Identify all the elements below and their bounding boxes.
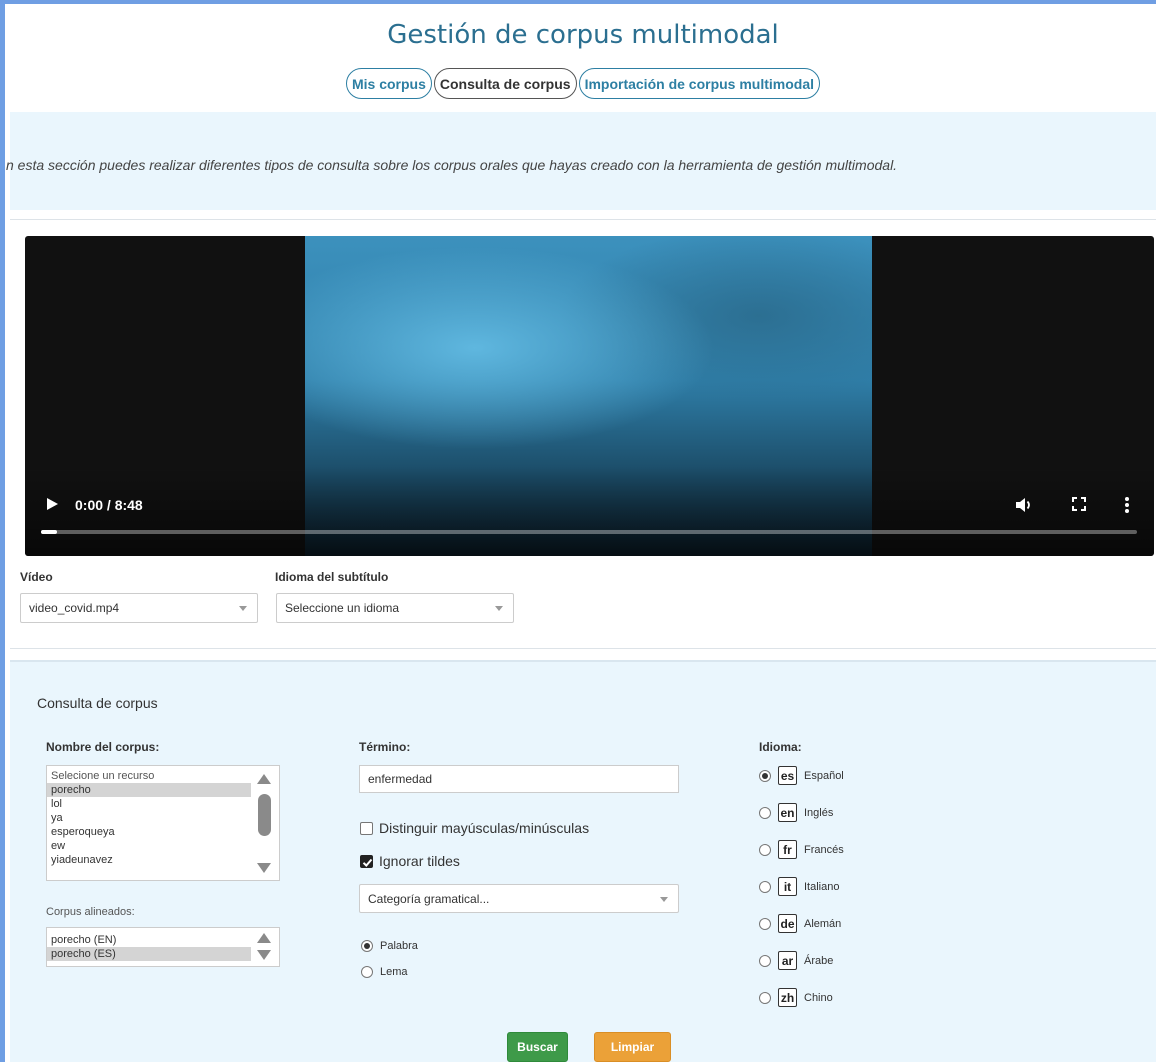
scrollbar-thumb[interactable] <box>258 794 271 836</box>
case-sensitive-label: Distinguir mayúsculas/minúsculas <box>379 820 590 836</box>
fullscreen-icon[interactable] <box>1072 497 1086 511</box>
checkbox-box <box>360 854 373 868</box>
corpus-option[interactable]: ew <box>47 839 251 853</box>
corpus-name-label: Nombre del corpus: <box>46 740 160 754</box>
corpus-option[interactable]: Selecione un recurso <box>47 769 251 783</box>
language-name: Alemán <box>804 917 842 930</box>
video-select[interactable]: video_covid.mp4 <box>20 593 258 623</box>
language-code-badge: es <box>778 766 797 785</box>
language-code-badge: ar <box>778 951 797 970</box>
language-option-fr[interactable]: fr Francés <box>759 840 844 859</box>
ignore-accents-checkbox[interactable]: Ignorar tildes <box>360 853 460 869</box>
language-code-badge: zh <box>778 988 797 1007</box>
language-option-ar[interactable]: ar Árabe <box>759 951 833 970</box>
video-select-value: video_covid.mp4 <box>29 601 120 615</box>
radio-button <box>759 954 771 967</box>
chevron-down-icon <box>495 606 503 611</box>
aligned-corpus-option[interactable]: porecho (ES) <box>47 947 251 961</box>
case-sensitive-checkbox[interactable]: Distinguir mayúsculas/minúsculas <box>360 820 589 836</box>
language-label: Idioma: <box>759 740 802 754</box>
mode-option-label: Palabra <box>380 940 418 952</box>
chevron-down-icon <box>239 606 247 611</box>
panel-title: Consulta de corpus <box>37 695 158 711</box>
radio-button <box>361 940 373 952</box>
aligned-corpus-option[interactable]: porecho (EN) <box>47 933 251 947</box>
tab-importacion-corpus[interactable]: Importación de corpus multimodal <box>578 68 821 99</box>
radio-button <box>759 843 771 856</box>
aligned-corpus-listbox[interactable]: porecho (EN) porecho (ES) <box>46 927 280 967</box>
language-code-badge: fr <box>778 840 797 859</box>
radio-button <box>759 769 771 782</box>
aligned-corpus-list: porecho (EN) porecho (ES) <box>47 928 279 961</box>
corpus-option[interactable]: ya <box>47 811 251 825</box>
mode-option-word[interactable]: Palabra <box>361 940 418 952</box>
language-name: Chino <box>804 991 833 1004</box>
language-option-en[interactable]: en Inglés <box>759 803 833 822</box>
language-code-badge: it <box>778 877 797 896</box>
aligned-corpus-label: Corpus alineados: <box>46 906 135 918</box>
corpus-option[interactable]: porecho <box>47 783 251 797</box>
video-player[interactable]: 0:00 / 8:48 <box>25 236 1154 556</box>
corpus-list: Selecione un recurso porecho lol ya esperoqu… <box>47 766 279 867</box>
radio-button <box>759 991 771 1004</box>
check-icon <box>362 858 373 867</box>
language-name: Inglés <box>804 806 834 819</box>
video-controls-shade <box>25 466 1154 556</box>
corpus-listbox[interactable]: Selecione un recurso porecho lol ya esperoqu… <box>46 765 280 881</box>
page-title: Gestión de corpus multimodal <box>387 20 779 50</box>
language-name: Español <box>804 769 844 782</box>
mode-option-lemma[interactable]: Lema <box>361 966 408 978</box>
tab-bar: Mis corpus Consulta de corpus Importació… <box>5 68 1156 99</box>
language-name: Árabe <box>804 954 834 967</box>
tab-mis-corpus[interactable]: Mis corpus <box>345 68 432 99</box>
subtitle-language-value: Seleccione un idioma <box>285 601 400 615</box>
radio-button <box>361 966 373 978</box>
mode-option-label: Lema <box>380 966 408 978</box>
grammatical-category-value: Categoría gramatical... <box>368 891 490 906</box>
info-text: n esta sección puedes realizar diferente… <box>6 157 898 173</box>
video-progress-bar[interactable] <box>41 530 1137 534</box>
checkbox-box <box>360 821 373 835</box>
radio-button <box>759 880 771 893</box>
video-label: Vídeo <box>20 570 53 584</box>
term-input[interactable]: enfermedad <box>359 765 679 793</box>
term-label: Término: <box>359 740 411 754</box>
tab-consulta-de-corpus[interactable]: Consulta de corpus <box>433 68 577 99</box>
corpus-option[interactable]: lol <box>47 797 251 811</box>
language-code-badge: en <box>778 803 797 822</box>
video-time: 0:00 / 8:48 <box>75 497 143 513</box>
language-option-es[interactable]: es Español <box>759 766 844 785</box>
corpus-option[interactable]: esperoqueya <box>47 825 251 839</box>
language-code-badge: de <box>778 914 797 933</box>
radio-button <box>759 917 771 930</box>
corpus-option[interactable]: yiadeunavez <box>47 853 251 867</box>
clear-button[interactable]: Limpiar <box>594 1032 671 1062</box>
search-button[interactable]: Buscar <box>507 1032 568 1062</box>
video-progress-fill <box>41 530 58 534</box>
subtitle-language-select[interactable]: Seleccione un idioma <box>276 593 514 623</box>
language-name: Francés <box>804 843 844 856</box>
scroll-down-icon[interactable] <box>257 950 271 960</box>
chevron-down-icon <box>660 897 668 902</box>
scroll-up-icon[interactable] <box>257 774 271 784</box>
language-name: Italiano <box>804 880 840 893</box>
ignore-accents-label: Ignorar tildes <box>379 853 460 869</box>
play-icon[interactable] <box>45 496 59 512</box>
grammatical-category-select[interactable]: Categoría gramatical... <box>359 884 679 913</box>
more-options-icon[interactable] <box>1122 496 1132 514</box>
subtitle-language-label: Idioma del subtítulo <box>275 570 389 584</box>
info-banner: n esta sección puedes realizar diferente… <box>6 112 1156 210</box>
language-option-de[interactable]: de Alemán <box>759 914 841 933</box>
term-input-value: enfermedad <box>368 772 433 786</box>
app-frame: Gestión de corpus multimodal Mis corpus … <box>0 0 1156 1062</box>
language-option-it[interactable]: it Italiano <box>759 877 839 896</box>
divider <box>10 648 1156 649</box>
radio-button <box>759 806 771 819</box>
corpus-query-panel: Consulta de corpus Nombre del corpus: Se… <box>10 660 1156 1062</box>
volume-icon[interactable] <box>1015 497 1033 513</box>
scroll-up-icon[interactable] <box>257 933 271 943</box>
scroll-down-icon[interactable] <box>257 863 271 873</box>
divider <box>10 219 1156 220</box>
language-option-zh[interactable]: zh Chino <box>759 988 833 1007</box>
